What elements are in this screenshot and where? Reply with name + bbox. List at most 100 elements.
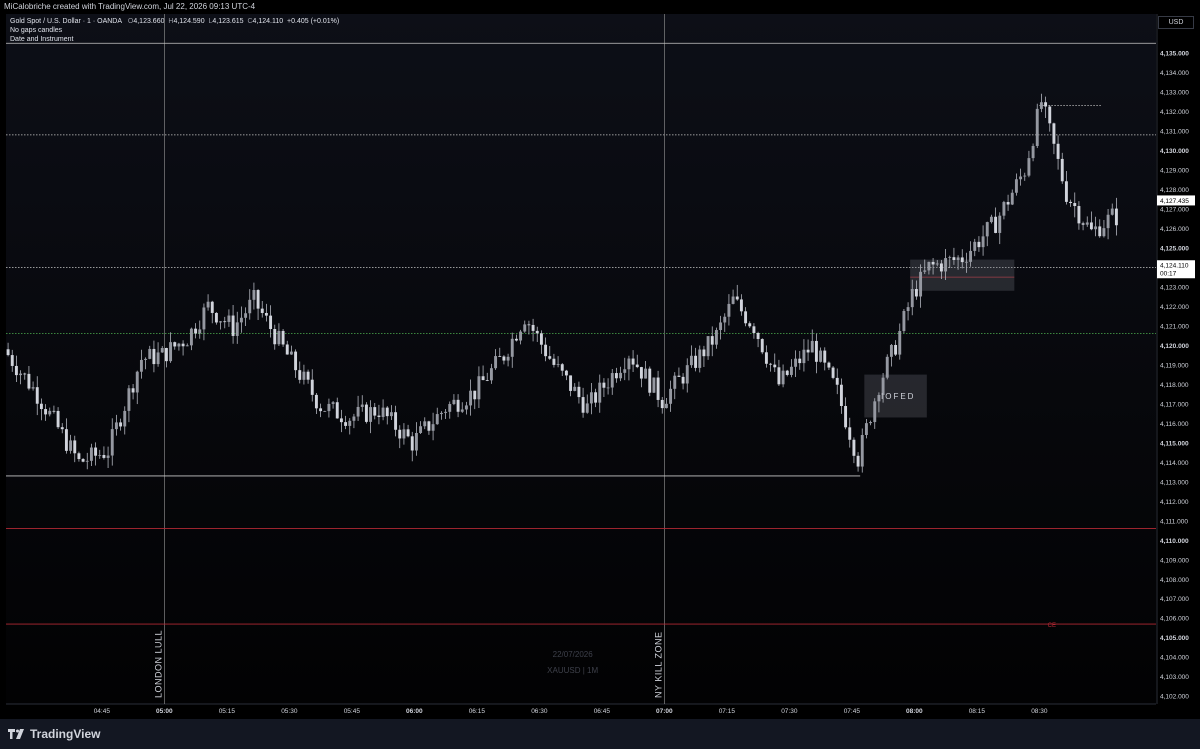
tradingview-logo[interactable]: TradingView xyxy=(8,727,100,741)
candle-body xyxy=(223,321,227,323)
candle-body xyxy=(269,315,273,330)
candle-body xyxy=(831,367,835,378)
candle-body xyxy=(894,344,898,355)
candle-body xyxy=(1006,202,1010,205)
candle-body xyxy=(323,411,327,412)
legend-symbol[interactable]: Gold Spot / U.S. Dollar · 1 · OANDA xyxy=(10,18,122,25)
candle-body xyxy=(248,299,252,314)
candle-body xyxy=(81,459,85,462)
candle-body xyxy=(394,412,398,430)
candle-body xyxy=(352,416,356,421)
candle-body xyxy=(56,410,60,428)
candle-body xyxy=(39,403,43,410)
candle-body xyxy=(648,368,652,393)
candle-body xyxy=(1098,226,1102,237)
price-tick-label: 4,129.000 xyxy=(1160,167,1189,174)
candle-body xyxy=(944,258,948,272)
candle-body xyxy=(485,380,489,381)
price-tick-label: 4,132.000 xyxy=(1160,109,1189,116)
candle-body xyxy=(477,376,481,400)
brand-name: TradingView xyxy=(30,727,101,741)
candle-body xyxy=(544,344,548,357)
candle-body xyxy=(760,339,764,353)
price-tick-label: 4,119.000 xyxy=(1160,362,1189,369)
candle-body xyxy=(227,315,231,322)
footer-bar: TradingView xyxy=(0,719,1200,749)
candle-body xyxy=(827,362,831,368)
candle-body xyxy=(260,308,264,313)
candlestick-chart[interactable]: LONDON LULL NY KILL ZONE 22/07/2026 XAUUSD … xyxy=(0,0,1200,719)
candle-body xyxy=(277,330,281,345)
currency-label[interactable]: USD xyxy=(1158,16,1194,29)
candle-body xyxy=(764,352,768,364)
candle-body xyxy=(923,270,927,272)
candle-body xyxy=(889,344,893,357)
candle-body xyxy=(1010,192,1014,205)
price-tick-label: 4,106.000 xyxy=(1160,616,1189,623)
candle-body xyxy=(1035,108,1039,146)
candle-body xyxy=(31,387,35,389)
candle-body xyxy=(552,358,556,365)
time-tick-label: 08:00 xyxy=(906,708,923,715)
price-tick-label: 4,112.000 xyxy=(1160,499,1189,506)
price-tick-label: 4,108.000 xyxy=(1160,577,1189,584)
candle-body xyxy=(598,382,602,403)
candle-body xyxy=(144,358,148,360)
candle-body xyxy=(919,271,923,297)
candle-body xyxy=(23,373,27,375)
time-tick-label: 05:45 xyxy=(344,708,361,715)
candle-body xyxy=(869,422,873,424)
candle-body xyxy=(639,367,643,379)
time-tick-label: 08:30 xyxy=(1031,708,1048,715)
time-tick-label: 05:15 xyxy=(219,708,236,715)
candle-body xyxy=(206,301,210,308)
candle-body xyxy=(431,424,435,431)
candle-body xyxy=(677,375,681,377)
candle-body xyxy=(748,323,752,327)
candle-body xyxy=(656,377,660,400)
candle-body xyxy=(89,447,93,461)
time-tick-label: 07:30 xyxy=(781,708,798,715)
candle-body xyxy=(460,409,464,412)
candle-body xyxy=(327,403,331,412)
price-tick-label: 4,116.000 xyxy=(1160,421,1189,428)
candle-body xyxy=(756,332,760,340)
candle-body xyxy=(52,410,56,412)
price-tick-label: 4,125.000 xyxy=(1160,245,1189,252)
candle-body xyxy=(569,375,573,391)
legend-indicator-1[interactable]: No gaps candles xyxy=(10,26,339,35)
candle-body xyxy=(98,455,102,456)
candle-body xyxy=(1085,222,1089,225)
candle-body xyxy=(127,388,131,411)
candle-body xyxy=(794,358,798,367)
candle-body xyxy=(985,222,989,237)
candle-body xyxy=(448,404,452,412)
candle-body xyxy=(560,364,564,371)
candle-body xyxy=(689,355,693,366)
candle-body xyxy=(473,390,477,400)
time-tick-label: 06:30 xyxy=(531,708,548,715)
candle-body xyxy=(164,348,168,362)
candle-body xyxy=(377,415,381,417)
price-tick-label: 4,121.000 xyxy=(1160,323,1189,330)
candle-body xyxy=(885,356,889,378)
tradingview-logo-icon xyxy=(8,729,24,739)
candle-body xyxy=(177,343,181,347)
legend-indicator-2[interactable]: Date and Instrument xyxy=(10,35,339,44)
legend-line-ohlc: Gold Spot / U.S. Dollar · 1 · OANDA O4,1… xyxy=(10,17,339,26)
candle-body xyxy=(444,411,448,413)
candle-body xyxy=(202,307,206,330)
annotation-ce: CE xyxy=(1048,623,1056,629)
candle-body xyxy=(702,349,706,357)
candle-body xyxy=(35,387,39,404)
price-tick-label: 4,104.000 xyxy=(1160,655,1189,662)
candle-body xyxy=(777,367,781,385)
candle-body xyxy=(310,379,314,395)
candle-body xyxy=(106,455,110,458)
candle-body xyxy=(906,307,910,311)
price-tick-label: 4,105.000 xyxy=(1160,635,1189,642)
candle-body xyxy=(219,321,223,323)
low-value: 4,123.615 xyxy=(212,18,244,25)
candle-body xyxy=(531,324,535,331)
candle-body xyxy=(419,426,423,433)
